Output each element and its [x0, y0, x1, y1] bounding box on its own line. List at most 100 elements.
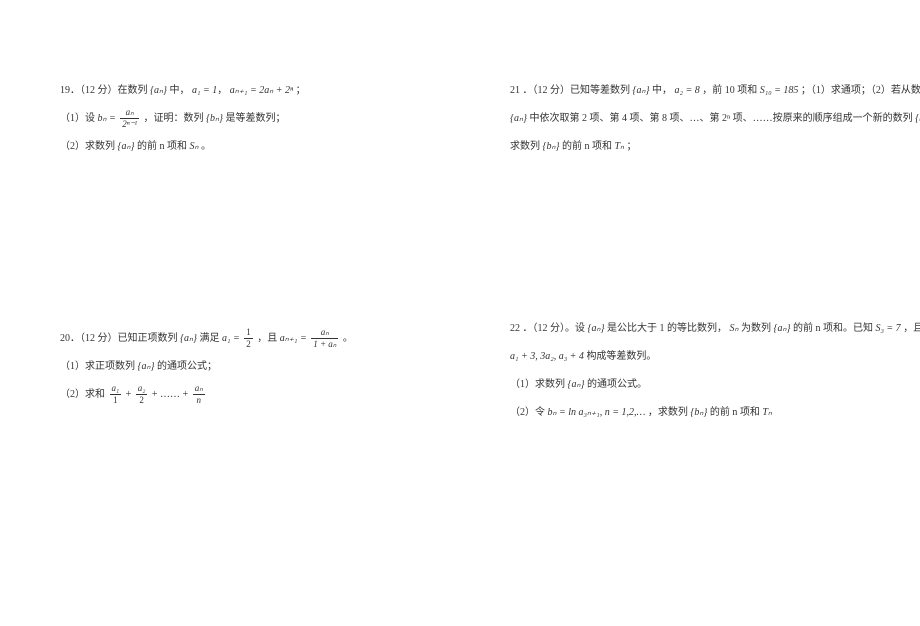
- problem-20: 20．（12 分）已知正项数列 {aₙ} 满足 a₁ = 1 2 ，且 aₙ₊₁…: [60, 328, 420, 406]
- text: 22 ．（12 分）。设: [510, 323, 585, 334]
- text: ，且: [903, 323, 920, 334]
- p20-line3: （2）求和 a₁ 1 + a₂ 2 + …… + aₙ n: [60, 384, 420, 406]
- text: （1）设: [60, 113, 95, 124]
- text: {aₙ}: [568, 379, 585, 390]
- right-column: 21 ．（12 分）已知等差数列 {aₙ} 中， a₂ = 8 ，前 10 项和…: [460, 0, 920, 626]
- text: bₙ = ln a₃ₙ₊₁, n = 1,2,…: [548, 407, 646, 418]
- text: {aₙ}: [138, 361, 155, 372]
- text: aₙ₊₁ = 2aₙ + 2ⁿ: [230, 85, 293, 96]
- fraction: a₁ 1: [110, 384, 122, 405]
- text: （1）求正项数列: [60, 361, 135, 372]
- text: 是等差数列；: [226, 113, 286, 124]
- text: 。: [343, 333, 353, 344]
- denominator: 2ⁿ⁻¹: [120, 119, 139, 129]
- text: （2）求和: [60, 389, 105, 400]
- text: a₂ = 8: [674, 85, 699, 96]
- fraction: aₙ 1 + aₙ: [311, 328, 338, 349]
- denominator: n: [193, 395, 205, 405]
- denominator: 1: [110, 395, 122, 405]
- numerator: a₁: [110, 384, 122, 395]
- text: ，求数列: [648, 407, 688, 418]
- exam-page: 19．（12 分）在数列 {aₙ} 中， a₁ = 1， aₙ₊₁ = 2aₙ …: [0, 0, 920, 626]
- text: 中，: [169, 85, 189, 96]
- text: 构成等差数列。: [586, 351, 656, 362]
- text: ；: [627, 141, 637, 152]
- text: {aₙ}: [633, 85, 650, 96]
- text: aₙ₊₁ =: [280, 333, 307, 344]
- text: Sₙ: [189, 141, 198, 152]
- text: 是公比大于 1 的等比数列，: [607, 323, 727, 334]
- text: {aₙ}: [118, 141, 135, 152]
- text: 的前 n 项和: [137, 141, 187, 152]
- problem-19: 19．（12 分）在数列 {aₙ} 中， a₁ = 1， aₙ₊₁ = 2aₙ …: [60, 80, 420, 158]
- text: {bₙ}: [690, 407, 707, 418]
- p22-line3: （1）求数列 {aₙ} 的通项公式。: [510, 374, 870, 396]
- text: ，证明：数列: [144, 113, 204, 124]
- text: （1）求数列: [510, 379, 565, 390]
- text: {aₙ}: [510, 113, 527, 124]
- problem-22: 22 ．（12 分）。设 {aₙ} 是公比大于 1 的等比数列， Sₙ 为数列 …: [510, 318, 870, 424]
- text: ；: [296, 85, 306, 96]
- numerator: aₙ: [311, 328, 338, 339]
- problem-21: 21 ．（12 分）已知等差数列 {aₙ} 中， a₂ = 8 ，前 10 项和…: [510, 80, 870, 158]
- text: 的通项公式；: [157, 361, 217, 372]
- text: {aₙ}: [773, 323, 790, 334]
- text: {bₙ}: [543, 141, 560, 152]
- text: {aₙ}: [150, 85, 167, 96]
- text: 19．（12 分）在数列: [60, 85, 148, 96]
- p19-line2: （1）设 bₙ = aₙ 2ⁿ⁻¹ ，证明：数列 {bₙ} 是等差数列；: [60, 108, 420, 130]
- p22-line4: （2）令 bₙ = ln a₃ₙ₊₁, n = 1,2,… ，求数列 {bₙ} …: [510, 402, 870, 424]
- text: + …… +: [152, 389, 191, 400]
- text: S₁₀ = 185: [760, 85, 799, 96]
- text: ；（1）求通项；（2）若从数列: [801, 85, 920, 96]
- denominator: 2: [136, 395, 148, 405]
- numerator: 1: [244, 328, 253, 339]
- text: （2）求数列: [60, 141, 115, 152]
- text: 。: [201, 141, 211, 152]
- text: 21 ．（12 分）已知等差数列: [510, 85, 630, 96]
- numerator: a₂: [136, 384, 148, 395]
- text: ，且: [257, 333, 277, 344]
- text: 20．（12 分）已知正项数列: [60, 333, 178, 344]
- p20-line2: （1）求正项数列 {aₙ} 的通项公式；: [60, 356, 420, 378]
- text: 的前 n 项和: [710, 407, 760, 418]
- text: 满足: [199, 333, 219, 344]
- p22-line2: a₁ + 3, 3a₂, a₃ + 4 构成等差数列。: [510, 346, 870, 368]
- p21-line2: {aₙ} 中依次取第 2 项、第 4 项、第 8 项、…、第 2ⁿ 项、……按原…: [510, 108, 870, 130]
- p21-line3: 求数列 {bₙ} 的前 n 项和 Tₙ ；: [510, 136, 870, 158]
- p19-line3: （2）求数列 {aₙ} 的前 n 项和 Sₙ 。: [60, 136, 420, 158]
- text: bₙ =: [98, 113, 116, 124]
- numerator: aₙ: [193, 384, 205, 395]
- fraction: a₂ 2: [136, 384, 148, 405]
- text: 的前 n 项和: [562, 141, 612, 152]
- text: a₁ + 3, 3a₂, a₃ + 4: [510, 351, 584, 362]
- text: Tₙ: [762, 407, 772, 418]
- text: （2）令: [510, 407, 545, 418]
- denominator: 2: [244, 339, 253, 349]
- text: ，前 10 项和: [702, 85, 757, 96]
- fraction: aₙ n: [193, 384, 205, 405]
- text: 的前 n 项和。已知: [793, 323, 873, 334]
- fraction: aₙ 2ⁿ⁻¹: [120, 108, 139, 129]
- fraction: 1 2: [244, 328, 253, 349]
- p20-line1: 20．（12 分）已知正项数列 {aₙ} 满足 a₁ = 1 2 ，且 aₙ₊₁…: [60, 328, 420, 350]
- text: Sₙ: [729, 323, 738, 334]
- text: {bₙ}: [915, 113, 920, 124]
- text: 求数列: [510, 141, 540, 152]
- text: S₃ = 7: [875, 323, 900, 334]
- text: a₁ = 1: [192, 85, 217, 96]
- denominator: 1 + aₙ: [311, 339, 338, 349]
- text: {aₙ}: [588, 323, 605, 334]
- p21-line1: 21 ．（12 分）已知等差数列 {aₙ} 中， a₂ = 8 ，前 10 项和…: [510, 80, 870, 102]
- text: +: [126, 389, 134, 400]
- text: 中，: [652, 85, 672, 96]
- numerator: aₙ: [120, 108, 139, 119]
- text: 为数列: [741, 323, 771, 334]
- p19-line1: 19．（12 分）在数列 {aₙ} 中， a₁ = 1， aₙ₊₁ = 2aₙ …: [60, 80, 420, 102]
- text: a₁ =: [222, 333, 240, 344]
- text: {bₙ}: [206, 113, 223, 124]
- text: {aₙ}: [180, 333, 197, 344]
- text: 中依次取第 2 项、第 4 项、第 8 项、…、第 2ⁿ 项、……按原来的顺序组…: [529, 113, 912, 124]
- p22-line1: 22 ．（12 分）。设 {aₙ} 是公比大于 1 的等比数列， Sₙ 为数列 …: [510, 318, 870, 340]
- left-column: 19．（12 分）在数列 {aₙ} 中， a₁ = 1， aₙ₊₁ = 2aₙ …: [0, 0, 460, 626]
